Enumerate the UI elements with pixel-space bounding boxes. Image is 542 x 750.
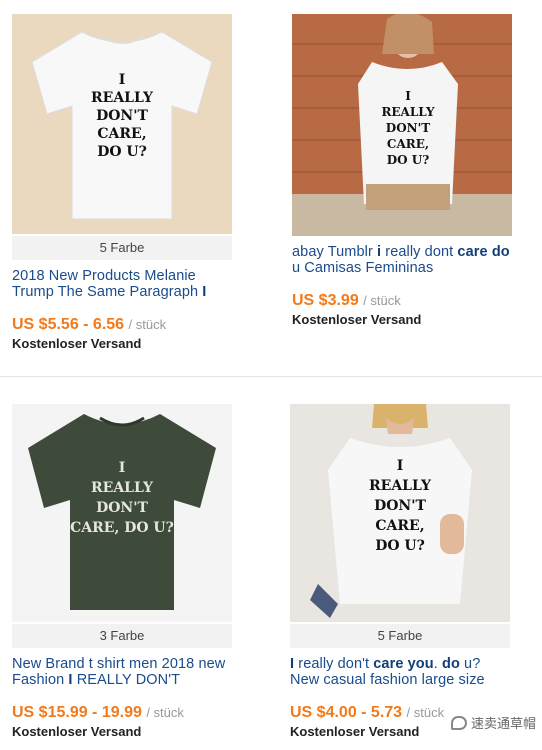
row-divider — [0, 376, 542, 377]
title-text: really dont — [381, 244, 458, 260]
product-image[interactable]: I REALLY DON'T CARE, DO U? — [290, 404, 510, 622]
title-text: REALLY DON'T — [72, 672, 181, 688]
price: US $15.99 - 19.99 — [12, 704, 142, 721]
title-text: 2018 New Products Melanie Trump The Same… — [12, 268, 203, 300]
price: US $4.00 - 5.73 — [290, 704, 403, 721]
price-unit: / stück — [128, 317, 167, 332]
shirt-print-line: I — [405, 89, 411, 103]
shirt-print-line: DO U? — [387, 153, 430, 167]
tshirt-photo: I REALLY DON'T CARE, DO U? — [12, 404, 232, 622]
shirt-print-line: I — [397, 458, 404, 474]
title-text: abay Tumblr — [292, 244, 378, 260]
color-count: 5 Farbe — [290, 624, 510, 648]
watermark-text: 速卖通草帽 — [470, 716, 536, 731]
product-card[interactable]: I REALLY DON'T CARE, DO U? 5 Farbe 2018 New … — [12, 14, 232, 351]
product-card[interactable]: I REALLY DON'T CARE, DO U? abay Tumblr i rea… — [292, 14, 512, 327]
price: US $5.56 - 6.56 — [12, 316, 125, 333]
product-image[interactable]: I REALLY DON'T CARE, DO U? — [12, 404, 232, 622]
price-unit: / stück — [406, 705, 445, 720]
product-title[interactable]: I really don't care you. do u? New casua… — [290, 656, 510, 690]
title-keyword: do — [491, 244, 510, 260]
product-image[interactable]: I REALLY DON'T CARE, DO U? — [12, 14, 232, 234]
title-keyword: care — [457, 244, 488, 260]
title-keyword: I — [202, 284, 207, 300]
product-grid: I REALLY DON'T CARE, DO U? 5 Farbe 2018 New … — [0, 0, 542, 750]
title-text: really don't — [294, 656, 374, 672]
model-photo: I REALLY DON'T CARE, DO U? — [290, 404, 510, 622]
product-image[interactable]: I REALLY DON'T CARE, DO U? — [292, 14, 512, 236]
shipping-label: Kostenloser Versand — [292, 312, 422, 327]
shirt-print-line: DO U? — [375, 538, 425, 554]
product-title[interactable]: abay Tumblr i really dont care do u Cami… — [292, 244, 512, 278]
shirt-print-line: CARE, — [97, 126, 146, 142]
product-card[interactable]: I REALLY DON'T CARE, DO U? 3 Farbe New Bran… — [12, 404, 232, 739]
price-row: US $5.56 - 6.56 / stück — [12, 316, 232, 334]
shirt-print-line: REALLY — [91, 480, 154, 496]
model-photo: I REALLY DON'T CARE, DO U? — [292, 14, 512, 236]
title-keyword: care you — [373, 656, 434, 672]
shirt-print-line: CARE, DO U? — [70, 520, 174, 536]
shirt-print-line: DON'T — [96, 108, 148, 124]
shirt-print-line: REALLY — [91, 90, 154, 106]
product-title[interactable]: New Brand t shirt men 2018 new Fashion I… — [12, 656, 232, 690]
chat-bubble-icon — [450, 715, 467, 730]
price-row: US $15.99 - 19.99 / stück — [12, 704, 232, 722]
watermark: 速卖通草帽 — [450, 713, 536, 732]
price-unit: / stück — [363, 293, 401, 308]
product-title[interactable]: 2018 New Products Melanie Trump The Same… — [12, 268, 232, 302]
title-keyword: do — [441, 656, 460, 672]
price: US $3.99 — [292, 292, 359, 309]
product-card[interactable]: I REALLY DON'T CARE, DO U? 5 Farbe I really … — [290, 404, 510, 739]
shipping-label: Kostenloser Versand — [12, 724, 142, 739]
color-count: 3 Farbe — [12, 624, 232, 648]
price-row: US $3.99 / stück — [292, 292, 512, 310]
shirt-print-line: DO U? — [97, 144, 147, 160]
title-text: u Camisas Femininas — [292, 260, 434, 276]
shirt-print-line: CARE, — [375, 518, 424, 534]
price-unit: / stück — [146, 705, 184, 720]
shipping-label: Kostenloser Versand — [12, 336, 142, 351]
shirt-print-line: REALLY — [381, 105, 435, 119]
color-count: 5 Farbe — [12, 236, 232, 260]
shirt-print-line: I — [119, 460, 126, 476]
shirt-print-line: DON'T — [386, 121, 431, 135]
title-text: . — [433, 656, 442, 672]
shirt-print-line: CARE, — [387, 137, 429, 151]
shirt-print-line: DON'T — [374, 498, 426, 514]
shirt-print-line: DON'T — [96, 500, 148, 516]
shirt-print-line: I — [119, 72, 126, 88]
tshirt-photo: I REALLY DON'T CARE, DO U? — [12, 14, 232, 234]
shirt-print-line: REALLY — [369, 478, 432, 494]
